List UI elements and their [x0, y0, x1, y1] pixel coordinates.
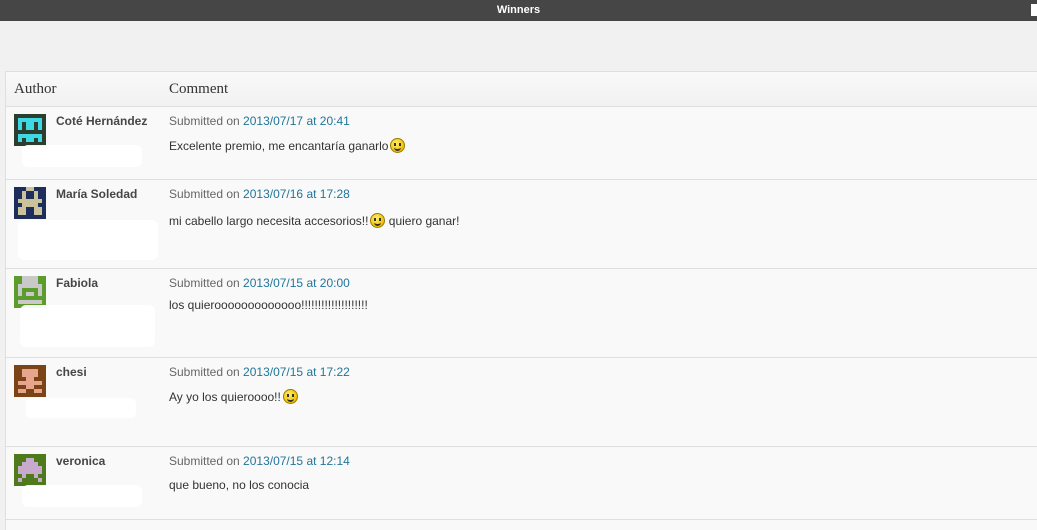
avatar-icon: [14, 365, 46, 397]
redacted-area: [18, 220, 158, 260]
author-name: Coté Hernández: [56, 114, 148, 128]
submitted-line: Submitted on 2013/07/17 at 20:41: [169, 114, 350, 128]
table-header: Author Comment: [6, 72, 1037, 107]
comment-date-link[interactable]: 2013/07/16 at 17:28: [243, 187, 350, 201]
table-row: Fabiola Submitted on 2013/07/15 at 20:00…: [6, 269, 1037, 358]
redacted-area: [22, 485, 142, 507]
author-name: María Soledad: [56, 187, 138, 201]
table-row: chesi Submitted on 2013/07/15 at 17:22 A…: [6, 358, 1037, 447]
avatar-icon: [14, 187, 46, 219]
submitted-line: Submitted on 2013/07/16 at 17:28: [169, 187, 350, 201]
avatar-icon: [14, 276, 46, 308]
comment-text: los quierooooooooooooo!!!!!!!!!!!!!!!!!!…: [169, 298, 368, 312]
submitted-line: Submitted on 2013/07/15 at 17:22: [169, 365, 350, 379]
author-name: veronica: [56, 454, 106, 468]
comment-text: Ay yo los quieroooo!!: [169, 389, 298, 404]
column-header-author[interactable]: Author: [14, 81, 57, 98]
author-name: Fabiola: [56, 276, 99, 290]
comment-date-link[interactable]: 2013/07/17 at 20:41: [243, 114, 350, 128]
comments-table: Author Comment Coté Hernández Submitted …: [5, 71, 1037, 530]
avatar-icon: [14, 114, 46, 146]
redacted-area: [22, 145, 142, 167]
smiley-icon: [282, 389, 298, 404]
window-title-bar: Winners: [0, 0, 1037, 21]
table-row: Coté Hernández Submitted on 2013/07/17 a…: [6, 107, 1037, 180]
window-control[interactable]: [1031, 4, 1037, 16]
smiley-icon: [370, 213, 386, 228]
redacted-area: [26, 398, 136, 418]
table-row: veronica Submitted on 2013/07/15 at 12:1…: [6, 447, 1037, 520]
redacted-area: [20, 305, 155, 347]
comment-date-link[interactable]: 2013/07/15 at 12:14: [243, 454, 350, 468]
comment-date-link[interactable]: 2013/07/15 at 17:22: [243, 365, 350, 379]
comment-text: Excelente premio, me encantaría ganarlo: [169, 138, 406, 153]
submitted-line: Submitted on 2013/07/15 at 20:00: [169, 276, 350, 290]
smiley-icon: [390, 138, 406, 153]
comment-text: que bueno, no los conocia: [169, 478, 310, 492]
table-row: María Soledad Submitted on 2013/07/16 at…: [6, 180, 1037, 269]
avatar-icon: [14, 454, 46, 486]
column-header-comment[interactable]: Comment: [169, 81, 228, 98]
comment-text: mi cabello largo necesita accesorios!! q…: [169, 213, 460, 228]
window-title: Winners: [496, 4, 541, 16]
author-name: chesi: [56, 365, 87, 379]
comment-date-link[interactable]: 2013/07/15 at 20:00: [243, 276, 350, 290]
submitted-line: Submitted on 2013/07/15 at 12:14: [169, 454, 350, 468]
